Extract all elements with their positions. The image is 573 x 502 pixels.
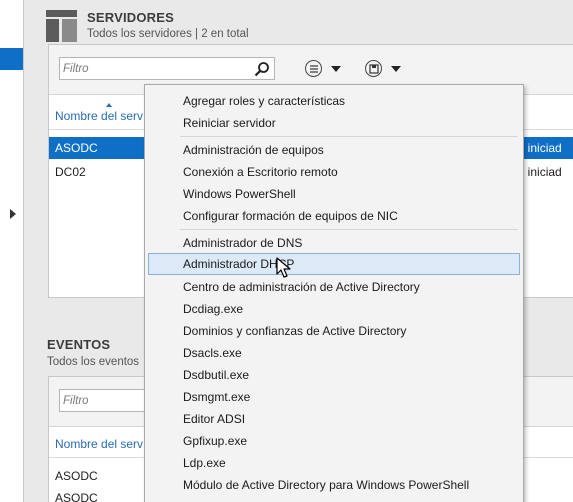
menu-item-ad-admin-center[interactable]: Centro de administración de Active Direc… xyxy=(148,276,520,298)
servers-subtitle: Todos los servidores | 2 en total xyxy=(87,28,249,40)
server-name: DC02 xyxy=(55,165,86,179)
events-subtitle: Todos los eventos xyxy=(47,356,140,368)
left-nav-selected-item[interactable] xyxy=(0,48,23,70)
menu-item-nic-teaming[interactable]: Configurar formación de equipos de NIC xyxy=(148,205,520,227)
chevron-down-icon xyxy=(331,66,341,72)
servers-column-name[interactable]: Nombre del serv xyxy=(55,109,143,123)
servers-title: SERVIDORES xyxy=(87,10,175,25)
event-server-name: ASODC xyxy=(55,491,98,502)
menu-item-restart-server[interactable]: Reiniciar servidor xyxy=(148,112,520,134)
sort-ascending-icon xyxy=(106,103,112,107)
menu-item-ad-powershell-module[interactable]: Módulo de Active Directory para Windows … xyxy=(148,474,520,496)
menu-item-dsacls[interactable]: Dsacls.exe xyxy=(148,342,520,364)
menu-separator xyxy=(180,136,518,137)
search-icon[interactable] xyxy=(254,61,270,77)
list-options-button[interactable] xyxy=(305,58,347,80)
events-column-name[interactable]: Nombre del serv xyxy=(55,437,143,451)
menu-item-dns-manager[interactable]: Administrador de DNS xyxy=(148,232,520,254)
menu-item-dcdiag[interactable]: Dcdiag.exe xyxy=(148,298,520,320)
menu-item-powershell[interactable]: Windows PowerShell xyxy=(148,183,520,205)
events-title: EVENTOS xyxy=(47,337,111,352)
menu-item-remote-desktop[interactable]: Conexión a Escritorio remoto xyxy=(148,161,520,183)
event-server-name: ASODC xyxy=(55,469,98,483)
chevron-down-icon xyxy=(391,66,401,72)
left-nav xyxy=(0,0,24,502)
save-icon xyxy=(365,60,382,77)
expand-arrow-icon[interactable] xyxy=(10,209,16,219)
server-group-icon xyxy=(46,10,77,42)
menu-item-ad-domains-trusts[interactable]: Dominios y confianzas de Active Director… xyxy=(148,320,520,342)
menu-item-add-roles[interactable]: Agregar roles y características xyxy=(148,90,520,112)
menu-item-ldp[interactable]: Ldp.exe xyxy=(148,452,520,474)
menu-item-adsi-editor[interactable]: Editor ADSI xyxy=(148,408,520,430)
server-name: ASODC xyxy=(55,141,98,155)
menu-item-dsmgmt[interactable]: Dsmgmt.exe xyxy=(148,386,520,408)
servers-filter-box xyxy=(59,57,275,80)
menu-item-gpfixup[interactable]: Gpfixup.exe xyxy=(148,430,520,452)
context-menu: Agregar roles y características Reinicia… xyxy=(144,84,524,502)
list-options-icon xyxy=(305,60,322,77)
mouse-cursor-icon xyxy=(276,257,291,278)
menu-item-computer-management[interactable]: Administración de equipos xyxy=(148,139,520,161)
menu-item-dhcp-manager[interactable]: Administrador DHCP xyxy=(148,253,520,275)
save-query-button[interactable] xyxy=(365,58,407,80)
menu-item-dsdbutil[interactable]: Dsdbutil.exe xyxy=(148,364,520,386)
menu-separator xyxy=(180,229,518,230)
servers-filter-input[interactable] xyxy=(63,60,243,77)
